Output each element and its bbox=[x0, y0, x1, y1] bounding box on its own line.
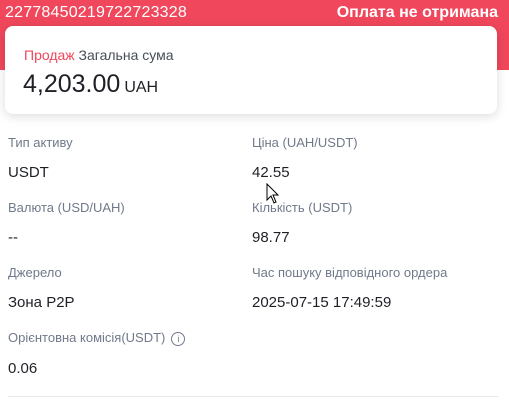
currency-rate-field: Валюта (USD/UAH) -- bbox=[8, 200, 125, 246]
total-amount-row: 4,203.00 UAH bbox=[23, 70, 158, 99]
asset-type-field: Тип активу USDT bbox=[8, 135, 73, 181]
total-label: Загальна сума bbox=[78, 47, 174, 63]
summary-title: Продаж Загальна сума bbox=[24, 47, 174, 63]
price-value: 42.55 bbox=[252, 164, 290, 181]
order-id[interactable]: 22778450219722723328 bbox=[5, 4, 187, 22]
price-field: Ціна (UAH/USDT) 42.55 bbox=[252, 135, 358, 181]
total-amount: 4,203.00 bbox=[23, 70, 121, 98]
source-value: Зона P2P bbox=[8, 294, 75, 311]
quantity-field: Кількість (USDT) 98.77 bbox=[252, 200, 352, 246]
asset-type-value: USDT bbox=[8, 164, 49, 181]
quantity-value: 98.77 bbox=[252, 229, 290, 246]
price-label: Ціна (UAH/USDT) bbox=[252, 135, 358, 150]
mouse-cursor-icon bbox=[266, 183, 280, 204]
match-time-label: Час пошуку відповідного ордера bbox=[252, 265, 448, 280]
currency-rate-label: Валюта (USD/UAH) bbox=[8, 200, 125, 215]
match-time-field: Час пошуку відповідного ордера 2025-07-1… bbox=[252, 265, 447, 311]
currency-rate-value: -- bbox=[8, 229, 18, 246]
source-field: Джерело Зона P2P bbox=[8, 265, 75, 311]
asset-type-label: Тип активу bbox=[8, 135, 73, 150]
order-status: Оплата не отримана bbox=[336, 4, 498, 21]
divider bbox=[8, 396, 498, 397]
fee-value: 0.06 bbox=[8, 359, 38, 377]
info-icon[interactable]: i bbox=[171, 331, 186, 346]
match-time-value: 2025-07-15 17:49:59 bbox=[252, 294, 392, 311]
fee-label-row: Орієнтовна комісія(USDT) i bbox=[8, 330, 186, 346]
summary-card: Продаж Загальна сума 4,203.00 UAH bbox=[5, 26, 497, 114]
trade-side-label: Продаж bbox=[24, 47, 75, 63]
source-label: Джерело bbox=[8, 265, 62, 280]
fee-label: Орієнтовна комісія(USDT) bbox=[8, 330, 166, 345]
total-currency: UAH bbox=[124, 79, 159, 96]
fee-field: Орієнтовна комісія(USDT) i 0.06 bbox=[8, 330, 186, 377]
